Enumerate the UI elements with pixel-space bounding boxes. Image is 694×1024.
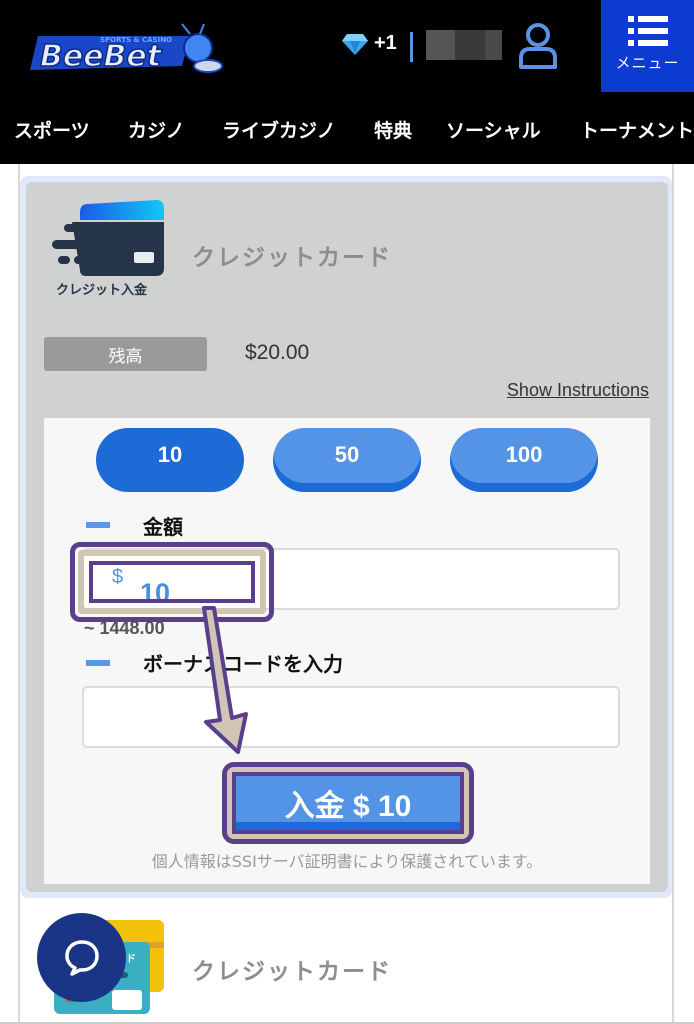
list-menu-icon — [627, 16, 668, 46]
security-note: 個人情報はSSIサーバ証明書により保護されています。 — [151, 852, 543, 871]
approx-converted-amount: ~ 1448.00 — [84, 618, 165, 638]
bonus-code-label: ボーナスコードを入力 — [143, 652, 343, 676]
amount-option-50[interactable]: 50 — [273, 428, 421, 492]
logo-caption: クレジット入金 — [56, 282, 148, 298]
nav-item-tournament[interactable]: トーナメント — [580, 116, 694, 143]
chat-bubble-icon — [64, 939, 99, 976]
bonus-code-input[interactable] — [82, 686, 620, 748]
credit-card-deposit-logo: クレジット入金 — [52, 198, 170, 298]
chat-button[interactable] — [37, 913, 126, 1002]
beebet-logo[interactable]: SPORTS & CASINO BeeBet — [30, 16, 226, 80]
amount-label: 金額 — [143, 515, 183, 539]
nav-item-live-casino[interactable]: ライブカジノ — [222, 116, 336, 143]
header-divider — [410, 32, 413, 62]
gem-balance[interactable]: +1 — [342, 32, 397, 55]
amount-option-100[interactable]: 100 — [450, 428, 598, 492]
deposit-button[interactable]: 入金 $ 10 — [232, 772, 464, 834]
nav-item-social[interactable]: ソーシャル — [446, 116, 541, 143]
gem-count: +1 — [374, 32, 397, 54]
top-bar: SPORTS & CASINO BeeBet +1 メニュー — [0, 0, 694, 96]
balance-value: $20.00 — [245, 341, 310, 364]
amount-option-10[interactable]: 10 — [96, 428, 244, 492]
logo-text: BeeBet — [40, 39, 163, 74]
show-instructions-link[interactable]: Show Instructions — [507, 380, 649, 401]
main-nav: スポーツ カジノ ライブカジノ 特典 ソーシャル トーナメント — [0, 96, 694, 164]
menu-button[interactable]: メニュー — [601, 0, 694, 92]
user-icon — [519, 23, 557, 69]
amount-value: 10 — [140, 578, 171, 608]
account-button[interactable] — [518, 22, 558, 70]
currency-symbol: $ — [112, 566, 124, 588]
diamond-icon — [342, 33, 368, 55]
nav-item-promotions[interactable]: 特典 — [374, 116, 412, 143]
nav-item-casino[interactable]: カジノ — [128, 116, 185, 143]
menu-label: メニュー — [615, 54, 680, 72]
payment-method-title-2: クレジットカード — [192, 959, 392, 985]
payment-method-title: クレジットカード — [192, 245, 392, 271]
bonus-label-dash — [86, 660, 110, 666]
credit-card-icon: クレジット入金 — [52, 200, 164, 298]
masked-username — [426, 30, 502, 60]
balance-label: 残高 — [44, 337, 207, 371]
amount-label-dash — [86, 522, 110, 528]
nav-item-sports[interactable]: スポーツ — [14, 116, 90, 143]
